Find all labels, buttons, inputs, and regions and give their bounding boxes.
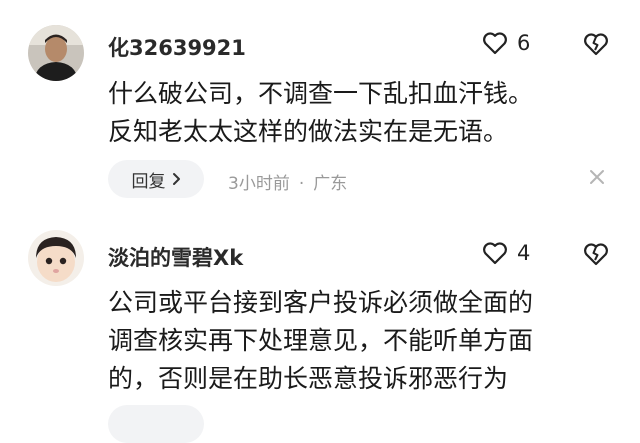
heart-outline-icon xyxy=(483,32,507,55)
username[interactable]: 化32639921 xyxy=(108,32,246,62)
comment-text: 什么破公司，不调查一下乱扣血汗钱。 反知老太太这样的做法实在是无语。 xyxy=(108,75,628,151)
close-icon xyxy=(590,170,604,184)
meta-separator: · xyxy=(298,174,305,194)
avatar[interactable] xyxy=(28,230,84,286)
timestamp: 3小时前 xyxy=(228,174,290,194)
comment-line: 公司或平台接到客户投诉必须做全面的 xyxy=(108,288,534,317)
heart-outline-icon xyxy=(483,242,507,265)
comment-meta: 3小时前 · 广东 xyxy=(228,169,347,194)
reply-label: 回复 xyxy=(131,171,166,192)
avatar[interactable] xyxy=(28,25,84,81)
like-button[interactable]: 6 xyxy=(482,31,530,55)
comment-line: 反知老太太这样的做法实在是无语。 xyxy=(108,117,509,146)
reply-button[interactable]: 回复 xyxy=(108,160,204,198)
location: 广东 xyxy=(313,174,348,194)
comment-line: 什么破公司，不调查一下乱扣血汗钱。 xyxy=(108,79,534,108)
broken-heart-icon xyxy=(584,33,608,56)
comment-line: 的，否则是在助长恶意投诉邪恶行为 xyxy=(108,364,509,393)
user-photo-child-icon xyxy=(28,230,84,286)
comment-item-2: 淡泊的雪碧Xk 4 公司或平台接到客户投诉必须做全面的 调查核实再下处理意见，不… xyxy=(0,212,640,443)
dislike-button[interactable] xyxy=(583,32,609,60)
like-count: 6 xyxy=(517,31,531,55)
comment-text: 公司或平台接到客户投诉必须做全面的 调查核实再下处理意见，不能听单方面 的，否则… xyxy=(108,284,628,398)
like-count: 4 xyxy=(517,241,531,265)
dislike-button[interactable] xyxy=(583,242,609,270)
like-button[interactable]: 4 xyxy=(482,241,530,265)
comment-line: 调查核实再下处理意见，不能听单方面 xyxy=(108,326,534,355)
comment-item-1: 化32639921 6 什么破公司，不调查一下乱扣血汗钱。 反知老太太这样的做法… xyxy=(0,0,640,210)
user-photo-man-icon xyxy=(28,25,84,81)
chevron-right-icon xyxy=(172,173,180,185)
broken-heart-icon xyxy=(584,243,608,266)
username[interactable]: 淡泊的雪碧Xk xyxy=(108,242,243,272)
close-button[interactable] xyxy=(588,168,606,190)
reply-button[interactable] xyxy=(108,405,204,443)
